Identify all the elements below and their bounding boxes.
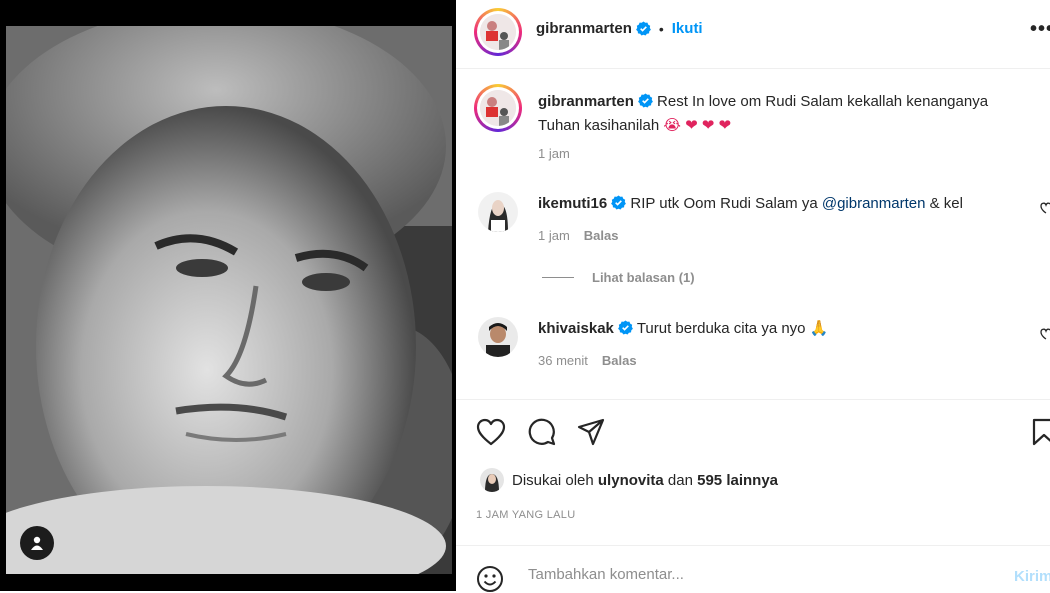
liker-avatar [480, 468, 504, 492]
likes-summary[interactable]: Disukai oleh ulynovita dan 595 lainnya [480, 468, 778, 492]
post-comment-button[interactable]: Kirim [1014, 568, 1050, 585]
comment-mention-link[interactable]: @gibranmarten [822, 195, 926, 212]
likes-middle: dan [667, 471, 693, 489]
separator-dot: • [658, 20, 664, 37]
comment-input[interactable] [526, 565, 1000, 584]
likes-prefix: Disukai oleh [512, 471, 594, 489]
caption-emojis: 😭 ❤ ❤ ❤ [663, 117, 732, 134]
comment-text-tail: & kel [925, 195, 963, 212]
comment-item: ikemuti16 RIP utk Oom Rudi Salam ya @gib… [538, 192, 963, 216]
replies-line [542, 277, 574, 278]
post-caption: gibranmarten Rest In love om Rudi Salam … [538, 90, 1018, 138]
follow-button[interactable]: Ikuti [672, 20, 703, 37]
post-header: gibranmarten • Ikuti [536, 20, 703, 37]
post-photo[interactable] [6, 26, 452, 574]
caption-author-avatar[interactable] [474, 84, 522, 132]
comment-meta: 36 menit Balas [538, 353, 637, 368]
caption-time: 1 jam [538, 146, 570, 161]
comment-like-icon[interactable] [1040, 328, 1050, 342]
comment-like-icon[interactable] [1040, 202, 1050, 216]
comment-icon[interactable] [527, 418, 556, 446]
caption-username[interactable]: gibranmarten [538, 93, 634, 110]
comment-username[interactable]: khivaiskak [538, 320, 614, 337]
share-icon[interactable] [577, 418, 605, 446]
reply-button[interactable]: Balas [602, 353, 637, 368]
author-avatar[interactable] [474, 8, 522, 56]
heart-icon[interactable] [476, 418, 506, 446]
post-details-panel: gibranmarten • Ikuti ••• gibranmarten Re… [456, 0, 1050, 592]
view-replies-button[interactable]: Lihat balasan (1) [542, 270, 695, 285]
post-media [0, 0, 456, 591]
more-options-button[interactable]: ••• [1030, 18, 1050, 41]
emoji-icon[interactable] [476, 565, 504, 593]
comment-meta: 1 jam Balas [538, 228, 619, 243]
comment-text: Turut berduka cita ya nyo 🙏 [636, 320, 829, 337]
comment-time: 1 jam [538, 228, 570, 243]
verified-badge-icon [611, 195, 627, 210]
likes-user[interactable]: ulynovita [598, 472, 664, 489]
comment-username[interactable]: ikemuti16 [538, 195, 607, 212]
verified-badge-icon [635, 21, 651, 36]
verified-badge-icon [637, 93, 653, 108]
header-divider [456, 68, 1050, 69]
commenter-avatar[interactable] [478, 317, 518, 357]
view-replies-label: Lihat balasan (1) [592, 270, 695, 285]
user-tag-button[interactable] [20, 526, 54, 560]
add-comment-bar: Kirim [456, 545, 1050, 592]
reply-button[interactable]: Balas [584, 228, 619, 243]
comment-item: khivaiskak Turut berduka cita ya nyo 🙏 [538, 317, 828, 341]
verified-badge-icon [618, 320, 633, 335]
bookmark-icon[interactable] [1032, 418, 1050, 446]
post-timestamp: 1 JAM YANG LALU [476, 509, 576, 521]
user-tag-icon [31, 536, 43, 550]
comment-text: RIP utk Oom Rudi Salam ya [630, 195, 822, 212]
author-username[interactable]: gibranmarten [536, 20, 632, 37]
comment-time: 36 menit [538, 353, 588, 368]
likes-others[interactable]: 595 lainnya [697, 472, 778, 489]
comments-divider [456, 399, 1050, 400]
commenter-avatar[interactable] [478, 192, 518, 232]
